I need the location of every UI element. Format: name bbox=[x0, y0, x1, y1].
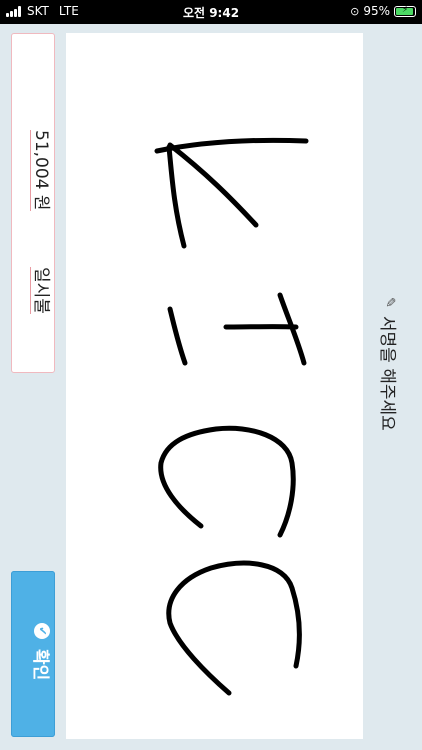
confirm-inner: ✔ 확인 bbox=[30, 623, 55, 680]
installment-value: 일시불 bbox=[30, 267, 51, 314]
instruction-text: 서명을 해주세요 bbox=[377, 315, 397, 431]
check-circle-icon: ✔ bbox=[34, 623, 51, 639]
battery-icon: ⚡ bbox=[394, 5, 416, 17]
confirm-label: 확인 bbox=[30, 649, 50, 681]
installment-text: 일시불 bbox=[30, 267, 56, 314]
rotation-lock-icon: ⊙ bbox=[350, 4, 360, 18]
status-right: ⊙ 95% ⚡ bbox=[350, 4, 416, 18]
signature-pad[interactable] bbox=[66, 33, 363, 739]
battery-percent: 95% bbox=[363, 4, 390, 18]
payment-info-card: 51,004 원 일시불 bbox=[11, 33, 55, 373]
signature-strokes bbox=[154, 137, 309, 696]
pencil-icon: ✎ bbox=[382, 297, 397, 308]
amount-value: 51,004 원 bbox=[30, 130, 51, 211]
sign-instruction: ✎ 서명을 해주세요 bbox=[377, 297, 402, 431]
status-bar: SKT LTE 오전 9:42 ⊙ 95% ⚡ bbox=[0, 0, 422, 24]
amount-text: 51,004 원 bbox=[30, 130, 56, 211]
confirm-button[interactable]: ✔ 확인 bbox=[11, 571, 55, 737]
